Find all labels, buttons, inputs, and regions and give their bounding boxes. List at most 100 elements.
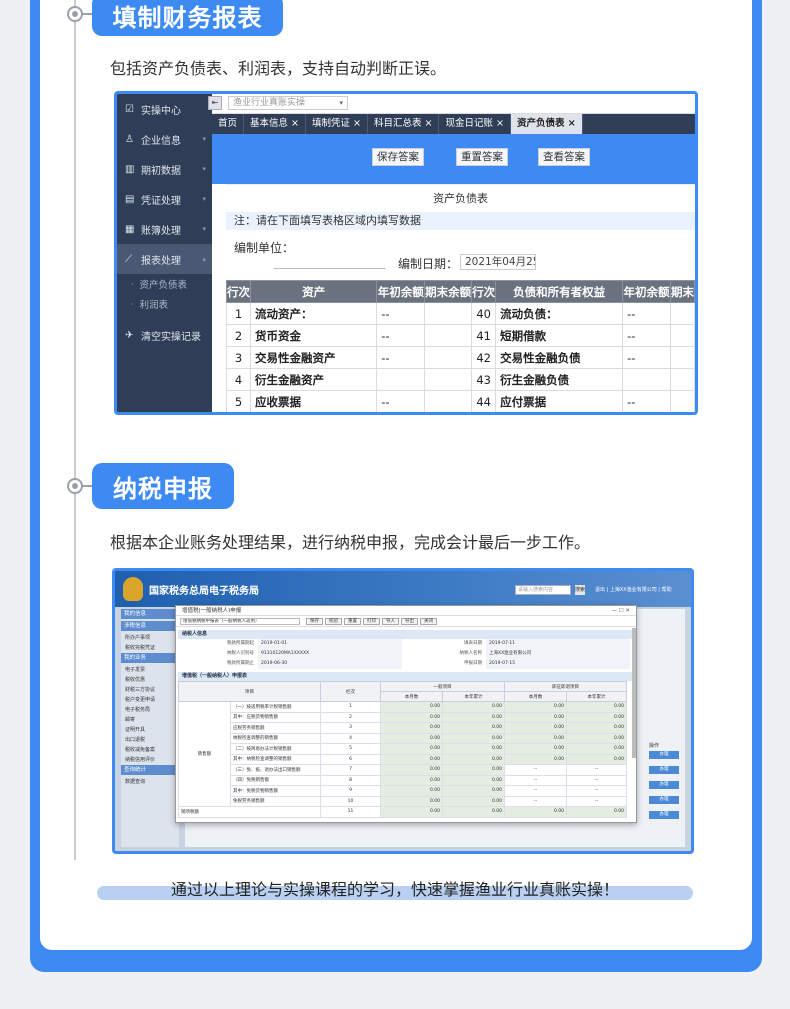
sidebar-item[interactable]: 数据查询 (121, 777, 179, 787)
toolbar-button[interactable]: 校验 (325, 617, 342, 625)
amount-cell[interactable]: 0.00 (442, 795, 505, 807)
amount-cell[interactable]: 0.00 (566, 732, 627, 744)
amount-cell[interactable]: 0.00 (380, 701, 443, 713)
toolbar-button[interactable]: 重置 (344, 617, 361, 625)
save-answer-button[interactable]: 保存答案 (372, 148, 424, 166)
amount-cell[interactable] (669, 324, 695, 347)
search-input[interactable]: 请输入搜索内容 (515, 585, 571, 595)
header-links[interactable]: 退出 | 上海XX渔业有限公司 | 帮助 (595, 586, 672, 593)
form-select[interactable]: 增值税纳税申报表（一般纳税人适用） (180, 617, 300, 625)
amount-cell[interactable]: -- (622, 346, 671, 369)
amount-cell[interactable]: 0.00 (380, 743, 443, 755)
amount-cell[interactable]: -- (622, 324, 671, 347)
unit-field[interactable] (274, 268, 386, 269)
amount-cell[interactable] (669, 390, 695, 412)
amount-cell[interactable] (376, 368, 426, 391)
amount-cell[interactable]: 0.00 (504, 732, 567, 744)
sidebar-group[interactable]: 查询统计 (121, 765, 179, 775)
amount-cell[interactable]: 0.00 (380, 711, 443, 723)
sidebar-item[interactable]: 电子发票 (121, 665, 179, 675)
amount-cell[interactable]: -- (376, 302, 426, 325)
tab-home[interactable]: 首页 (212, 114, 245, 134)
toolbar-button[interactable]: 保存 (306, 617, 323, 625)
amount-cell[interactable]: 0.00 (566, 743, 627, 755)
sidebar-item[interactable]: 税收优惠 (121, 675, 179, 685)
sidebar-item[interactable]: 出口退税 (121, 735, 179, 745)
amount-cell[interactable]: -- (376, 390, 426, 412)
amount-cell[interactable]: 0.00 (566, 711, 627, 723)
amount-cell[interactable]: -- (376, 346, 426, 369)
amount-cell[interactable]: 0.00 (442, 722, 505, 734)
toolbar-button[interactable]: 导出 (401, 617, 418, 625)
amount-cell[interactable]: 0.00 (442, 764, 505, 776)
amount-cell[interactable]: 0.00 (442, 743, 505, 755)
amount-cell[interactable]: 0.00 (442, 711, 505, 723)
amount-cell[interactable]: 0.00 (504, 711, 567, 723)
sidebar-item[interactable]: 纳税信用评价 (121, 755, 179, 765)
amount-cell[interactable]: 0.00 (380, 806, 443, 818)
amount-cell[interactable]: 0.00 (380, 732, 443, 744)
sidebar-group[interactable]: 我的信息 (121, 609, 179, 619)
tab-account-summary[interactable]: 科目汇总表 × (368, 114, 440, 134)
sidebar-item-voucher[interactable]: ▤ 凭证处理 ▾ (117, 184, 212, 214)
amount-cell[interactable]: 0.00 (380, 764, 443, 776)
toolbar-button[interactable]: 关闭 (420, 617, 437, 625)
amount-cell[interactable]: 0.00 (504, 753, 567, 765)
amount-cell[interactable] (669, 368, 695, 391)
amount-cell[interactable]: 0.00 (504, 743, 567, 755)
sidebar-item-practice-center[interactable]: ☑ 实操中心 (117, 94, 212, 124)
amount-cell[interactable]: 0.00 (380, 722, 443, 734)
amount-cell[interactable]: 0.00 (566, 806, 627, 818)
amount-cell[interactable]: 0.00 (504, 806, 567, 818)
amount-cell[interactable]: 0.00 (566, 722, 627, 734)
amount-cell[interactable] (669, 302, 695, 325)
amount-cell[interactable]: 0.00 (566, 753, 627, 765)
amount-cell[interactable] (424, 368, 473, 391)
amount-cell[interactable] (424, 390, 473, 412)
sidebar-item-ledger[interactable]: ▦ 账簿处理 ▾ (117, 214, 212, 244)
amount-cell[interactable]: 0.00 (566, 701, 627, 713)
sidebar-item[interactable]: 邮寄 (121, 715, 179, 725)
amount-cell[interactable] (424, 324, 473, 347)
amount-cell[interactable]: -- (622, 390, 671, 412)
sidebar-item-reports[interactable]: ⟋ 报表处理 ▴ (117, 244, 212, 274)
date-field[interactable]: 2021年04月25 (460, 254, 536, 270)
amount-cell[interactable]: 0.00 (442, 785, 505, 797)
course-select[interactable]: 渔业行业真账实操 ▾ (228, 96, 348, 110)
sidebar-item[interactable]: 电子税务局 (121, 705, 179, 715)
amount-cell[interactable]: 0.00 (380, 753, 443, 765)
handle-button[interactable]: 办理 (649, 781, 679, 789)
amount-cell[interactable]: 0.00 (442, 774, 505, 786)
amount-cell[interactable] (424, 302, 473, 325)
tab-cash-journal[interactable]: 现金日记账 × (439, 114, 511, 134)
amount-cell[interactable]: -- (376, 324, 426, 347)
sidebar-item-clear-records[interactable]: ✈ 清空实操记录 (117, 320, 212, 350)
tab-balance-sheet[interactable]: 资产负债表 × (510, 114, 583, 134)
view-answer-button[interactable]: 查看答案 (538, 148, 590, 166)
handle-button[interactable]: 办理 (649, 751, 679, 759)
reset-answer-button[interactable]: 重置答案 (456, 148, 508, 166)
sidebar-group[interactable]: 涉税信息 (121, 621, 179, 631)
amount-cell[interactable] (622, 368, 671, 391)
sidebar-item[interactable]: 证明开具 (121, 725, 179, 735)
sidebar-item-opening-data[interactable]: ▥ 期初数据 ▾ (117, 154, 212, 184)
sidebar-item-company-info[interactable]: ♙ 企业信息 ▾ (117, 124, 212, 154)
sidebar-item[interactable]: 财税三方协议 (121, 685, 179, 695)
handle-button[interactable]: 办理 (649, 811, 679, 819)
tab-basic-info[interactable]: 基本信息 × (244, 114, 306, 134)
sidebar-subitem-balance-sheet[interactable]: · 资产负债表 (117, 274, 212, 294)
sidebar-item[interactable]: 税收完税凭证 (121, 643, 179, 653)
amount-cell[interactable]: 0.00 (442, 806, 505, 818)
amount-cell[interactable]: 0.00 (380, 795, 443, 807)
amount-cell[interactable] (669, 346, 695, 369)
dialog-scrollbar[interactable] (632, 628, 636, 758)
sidebar-item[interactable]: 税收减免备案 (121, 745, 179, 755)
amount-cell[interactable]: 0.00 (442, 753, 505, 765)
toolbar-button[interactable]: 打印 (363, 617, 380, 625)
collapse-sidebar-button[interactable]: ⇤ (208, 96, 222, 110)
amount-cell[interactable]: 0.00 (504, 701, 567, 713)
amount-cell[interactable]: 0.00 (442, 732, 505, 744)
amount-cell[interactable]: 0.00 (380, 785, 443, 797)
tab-fill-voucher[interactable]: 填制凭证 × (306, 114, 368, 134)
sidebar-subitem-income-statement[interactable]: · 利润表 (117, 294, 212, 314)
